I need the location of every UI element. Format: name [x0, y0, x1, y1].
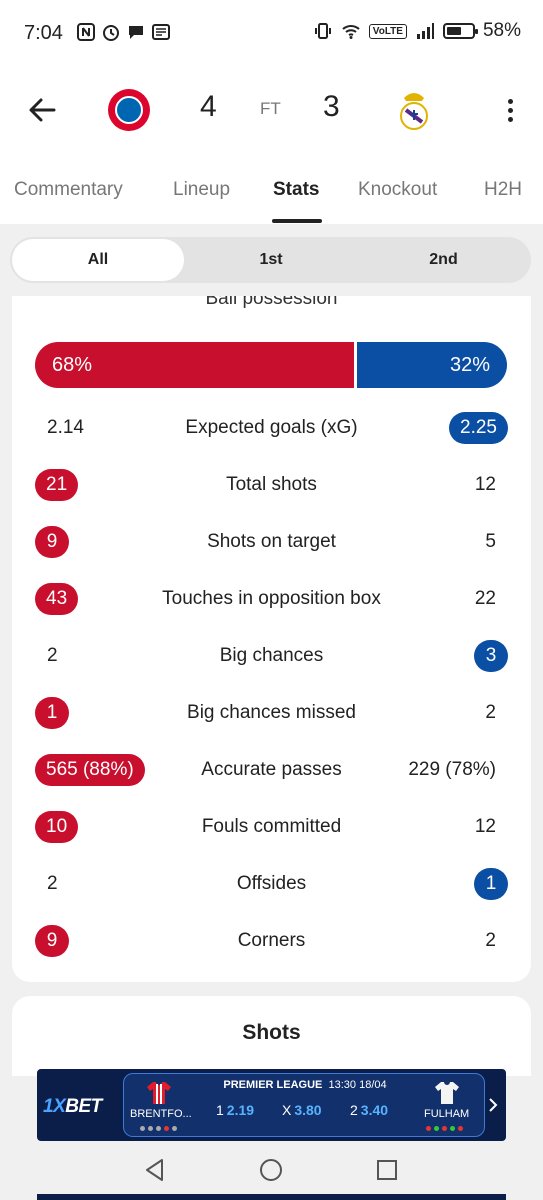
nav-recents-icon[interactable]: [374, 1157, 400, 1183]
stat-away-value: 2: [485, 702, 496, 723]
period-second-half-button[interactable]: 2nd: [358, 239, 529, 281]
away-score: 3: [323, 90, 340, 123]
stat-home-value: 2.14: [47, 417, 84, 438]
chevron-right-icon[interactable]: [486, 1095, 500, 1115]
stat-home-value: 1: [35, 697, 69, 729]
back-arrow-icon[interactable]: [24, 92, 60, 128]
stat-label: Shots on target: [207, 531, 336, 552]
ad-banner-peek: [37, 1194, 506, 1200]
ad-odds-home[interactable]: 1 2.19: [216, 1102, 254, 1118]
stat-away-value: 22: [474, 588, 496, 609]
stat-home-value: 21: [35, 469, 79, 501]
ad-match-panel[interactable]: PREMIER LEAGUE 13:30 18/04 BRENTFO... 12…: [123, 1073, 485, 1137]
bayern-munich-crest-icon[interactable]: [108, 89, 150, 131]
stat-away-value: 12: [474, 474, 496, 495]
tab-h2h[interactable]: H2H: [484, 179, 522, 201]
stat-label: Big chances: [219, 645, 324, 666]
stat-row: Shots on target 9 5: [12, 522, 531, 562]
system-indicators: VoLTE 58%: [313, 20, 521, 42]
volte-badge: VoLTE: [368, 23, 407, 39]
news-icon: [152, 24, 170, 40]
status-bar: 7:04 VoLTE 58%: [0, 0, 543, 70]
ad-banner[interactable]: 1XBET PREMIER LEAGUE 13:30 18/04 BRENTFO…: [37, 1069, 506, 1141]
period-selector: All 1st 2nd: [10, 237, 531, 283]
brentford-shirt-icon: [147, 1082, 171, 1104]
alarm-icon: [103, 25, 119, 41]
stat-row: Accurate passes 565 (88%) 229 (78%): [12, 750, 531, 790]
stat-row: Big chances missed 1 2: [12, 693, 531, 733]
shots-title: Shots: [242, 1021, 301, 1044]
tab-bar: Commentary Lineup Stats Knockout H2H: [0, 152, 543, 224]
vibrate-icon: [314, 23, 331, 39]
shots-card: Shots: [12, 996, 531, 1076]
tab-knockout[interactable]: Knockout: [358, 179, 437, 201]
stat-home-value: 43: [35, 583, 79, 615]
tab-commentary[interactable]: Commentary: [14, 179, 123, 201]
home-score: 4: [200, 90, 217, 123]
stat-away-value: 1: [474, 868, 508, 900]
ad-home-team: BRENTFO...: [130, 1108, 192, 1120]
stat-home-value: 2: [47, 645, 58, 666]
real-madrid-crest-icon[interactable]: [396, 88, 432, 132]
stat-row: Touches in opposition box 43 22: [12, 579, 531, 619]
ad-league-label: PREMIER LEAGUE 13:30 18/04: [223, 1079, 387, 1091]
possession-home-value: 68%: [52, 353, 93, 376]
stat-label: Offsides: [236, 873, 307, 894]
possession-bar: 68% 32%: [35, 342, 507, 388]
nfc-icon: [77, 23, 95, 41]
active-tab-indicator: [272, 219, 322, 223]
stat-label: Big chances missed: [187, 702, 356, 723]
status-time: 7:04: [24, 22, 63, 44]
ad-away-team: FULHAM: [424, 1108, 470, 1120]
stat-home-value: 9: [35, 925, 69, 957]
stat-away-value: 2: [485, 930, 496, 951]
signal-icon: [416, 23, 434, 39]
ad-brand-logo: 1XBET: [43, 1096, 102, 1117]
stat-row: Big chances 2 3: [12, 636, 531, 676]
stat-away-value: 3: [474, 640, 508, 672]
possession-away-value: 32%: [449, 353, 490, 376]
match-status: FT: [260, 99, 281, 118]
stat-away-value: 2.25: [449, 412, 508, 444]
stat-row: Offsides 2 1: [12, 864, 531, 904]
system-nav-bar: [0, 1141, 543, 1200]
stat-home-value: 565 (88%): [35, 754, 145, 786]
stat-home-value: 9: [35, 526, 69, 558]
possession-home-segment: 68%: [35, 342, 354, 388]
stat-row: Corners 9 2: [12, 921, 531, 961]
more-options-icon[interactable]: [500, 92, 520, 128]
notification-icons: [76, 22, 171, 42]
possession-title: Ball possession: [205, 296, 338, 309]
battery-percent: 58%: [482, 20, 521, 41]
ad-odds-draw[interactable]: X 3.80: [282, 1102, 322, 1118]
tab-lineup[interactable]: Lineup: [173, 179, 230, 201]
stat-label: Touches in opposition box: [162, 588, 381, 609]
stat-label: Total shots: [226, 474, 317, 495]
wifi-icon: [342, 25, 360, 39]
stat-label: Corners: [237, 930, 306, 951]
stat-label: Fouls committed: [201, 816, 342, 837]
stats-card: Ball possession 68% 32% Expected goals (…: [12, 296, 531, 982]
fulham-shirt-icon: [435, 1082, 459, 1104]
ad-away-form: [426, 1126, 463, 1131]
period-first-half-button[interactable]: 1st: [185, 239, 357, 281]
match-header: 4 FT 3: [0, 70, 543, 152]
chat-icon: [129, 26, 143, 39]
ad-home-form: [140, 1126, 177, 1131]
tab-stats[interactable]: Stats: [273, 179, 319, 201]
stat-row: Total shots 21 12: [12, 465, 531, 505]
stat-row: Fouls committed 10 12: [12, 807, 531, 847]
stat-home-value: 10: [35, 811, 79, 843]
nav-back-icon[interactable]: [142, 1157, 168, 1183]
nav-home-icon[interactable]: [258, 1157, 284, 1183]
battery-icon: [442, 23, 478, 39]
period-all-button[interactable]: All: [12, 239, 184, 281]
stat-away-value: 5: [485, 531, 496, 552]
possession-away-segment: 32%: [357, 342, 507, 388]
stat-home-value: 2: [47, 873, 58, 894]
stat-away-value: 229 (78%): [408, 759, 496, 780]
stat-row: Expected goals (xG) 2.14 2.25: [12, 408, 531, 448]
ad-odds-away[interactable]: 2 3.40: [350, 1102, 388, 1118]
stat-away-value: 12: [474, 816, 496, 837]
